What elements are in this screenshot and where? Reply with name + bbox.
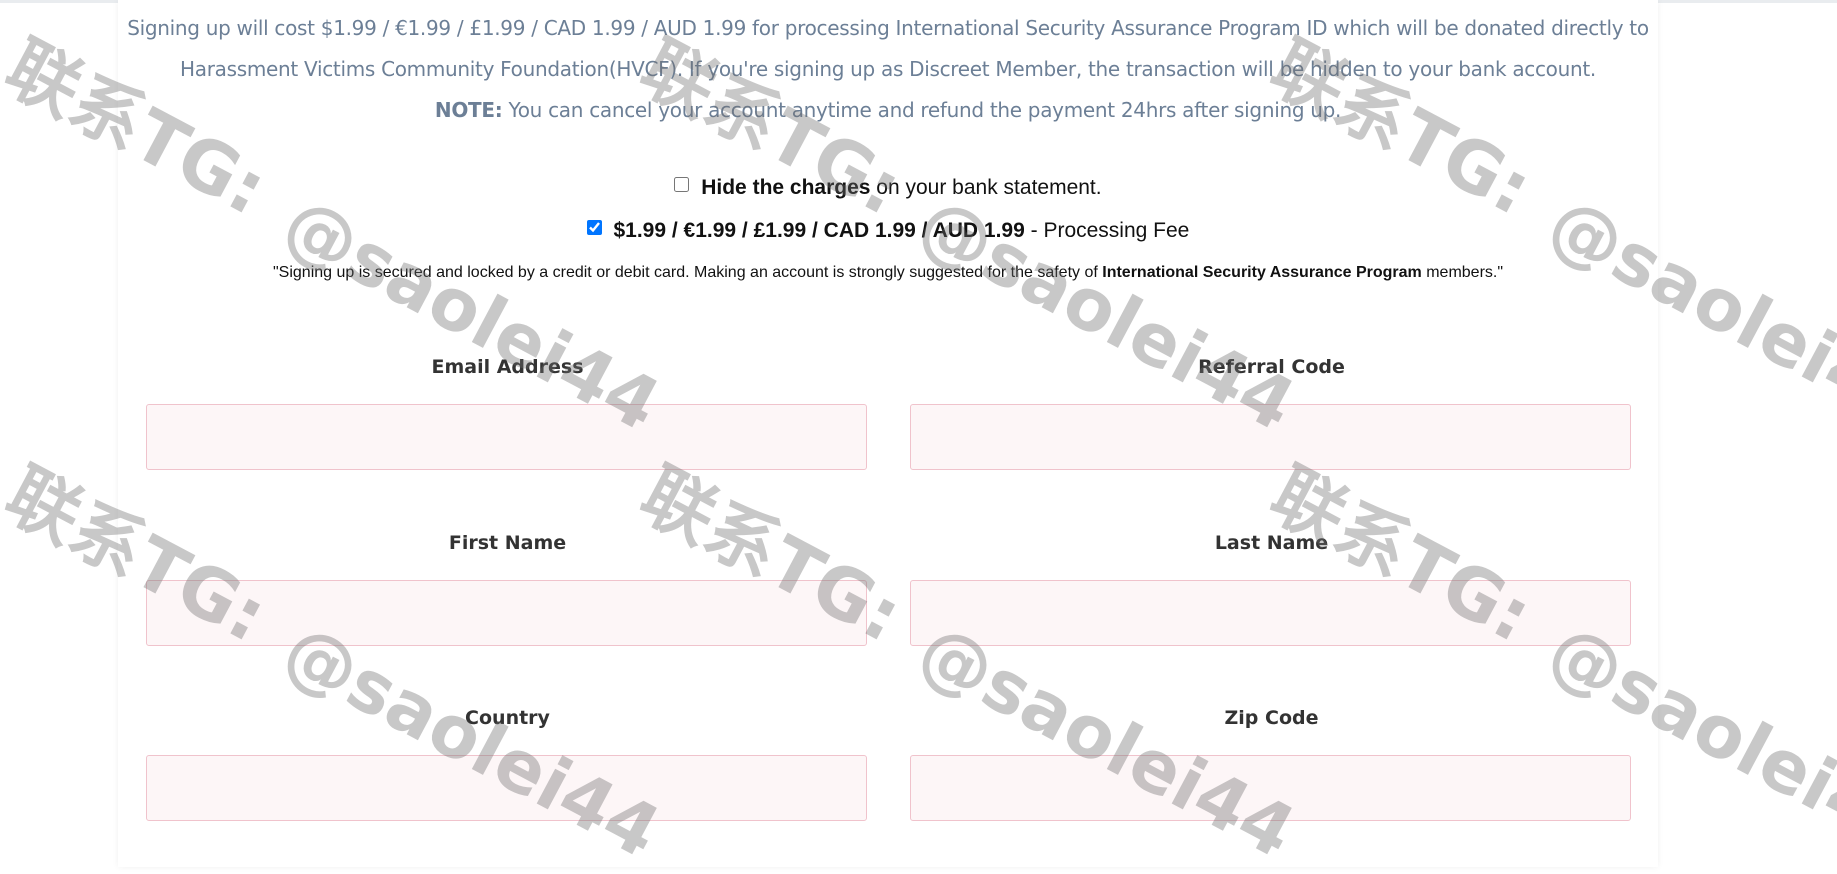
security-quote: "Signing up is secured and locked by a c… — [118, 264, 1658, 282]
hide-charges-option: Hide the charges on your bank statement. — [118, 176, 1658, 200]
signup-card: Signing up will cost $1.99 / €1.99 / £1.… — [118, 0, 1658, 867]
note-label: NOTE: — [434, 98, 503, 122]
hide-charges-checkbox[interactable] — [674, 177, 690, 192]
pricing-info-line-1: Signing up will cost $1.99 / €1.99 / £1.… — [127, 16, 1649, 40]
quote-program-name: International Security Assurance Program — [1102, 264, 1422, 281]
referral-code-input[interactable] — [910, 404, 1631, 470]
processing-fee-amount: $1.99 / €1.99 / £1.99 / CAD 1.99 / AUD 1… — [613, 219, 1025, 242]
first-name-label: First Name — [448, 532, 567, 554]
quote-after: members." — [1421, 264, 1504, 281]
processing-fee-checkbox[interactable] — [586, 220, 602, 235]
zip-code-label: Zip Code — [1224, 707, 1319, 729]
first-name-input[interactable] — [146, 580, 867, 646]
referral-code-label: Referral Code — [1198, 356, 1345, 378]
note-text: You can cancel your account anytime and … — [502, 98, 1342, 122]
country-input[interactable] — [146, 755, 867, 821]
last-name-label: Last Name — [1214, 532, 1329, 554]
processing-fee-text: - Processing Fee — [1024, 219, 1190, 242]
pricing-info-line-2: Harassment Victims Community Foundation(… — [180, 57, 1596, 81]
last-name-input[interactable] — [910, 580, 1631, 646]
country-label: Country — [465, 707, 550, 729]
hide-charges-text: on your bank statement. — [870, 176, 1102, 199]
pricing-info: Signing up will cost $1.99 / €1.99 / £1.… — [118, 8, 1658, 131]
hide-charges-label[interactable]: Hide the charges on your bank statement. — [701, 176, 1101, 199]
processing-fee-option: $1.99 / €1.99 / £1.99 / CAD 1.99 / AUD 1… — [118, 219, 1658, 243]
zip-code-input[interactable] — [910, 755, 1631, 821]
email-label: Email Address — [431, 356, 584, 378]
email-input[interactable] — [146, 404, 867, 470]
quote-before: "Signing up is secured and locked by a c… — [272, 264, 1103, 281]
hide-charges-bold: Hide the charges — [701, 176, 871, 199]
processing-fee-label[interactable]: $1.99 / €1.99 / £1.99 / CAD 1.99 / AUD 1… — [613, 219, 1189, 242]
note-line: NOTE: You can cancel your account anytim… — [118, 90, 1658, 131]
